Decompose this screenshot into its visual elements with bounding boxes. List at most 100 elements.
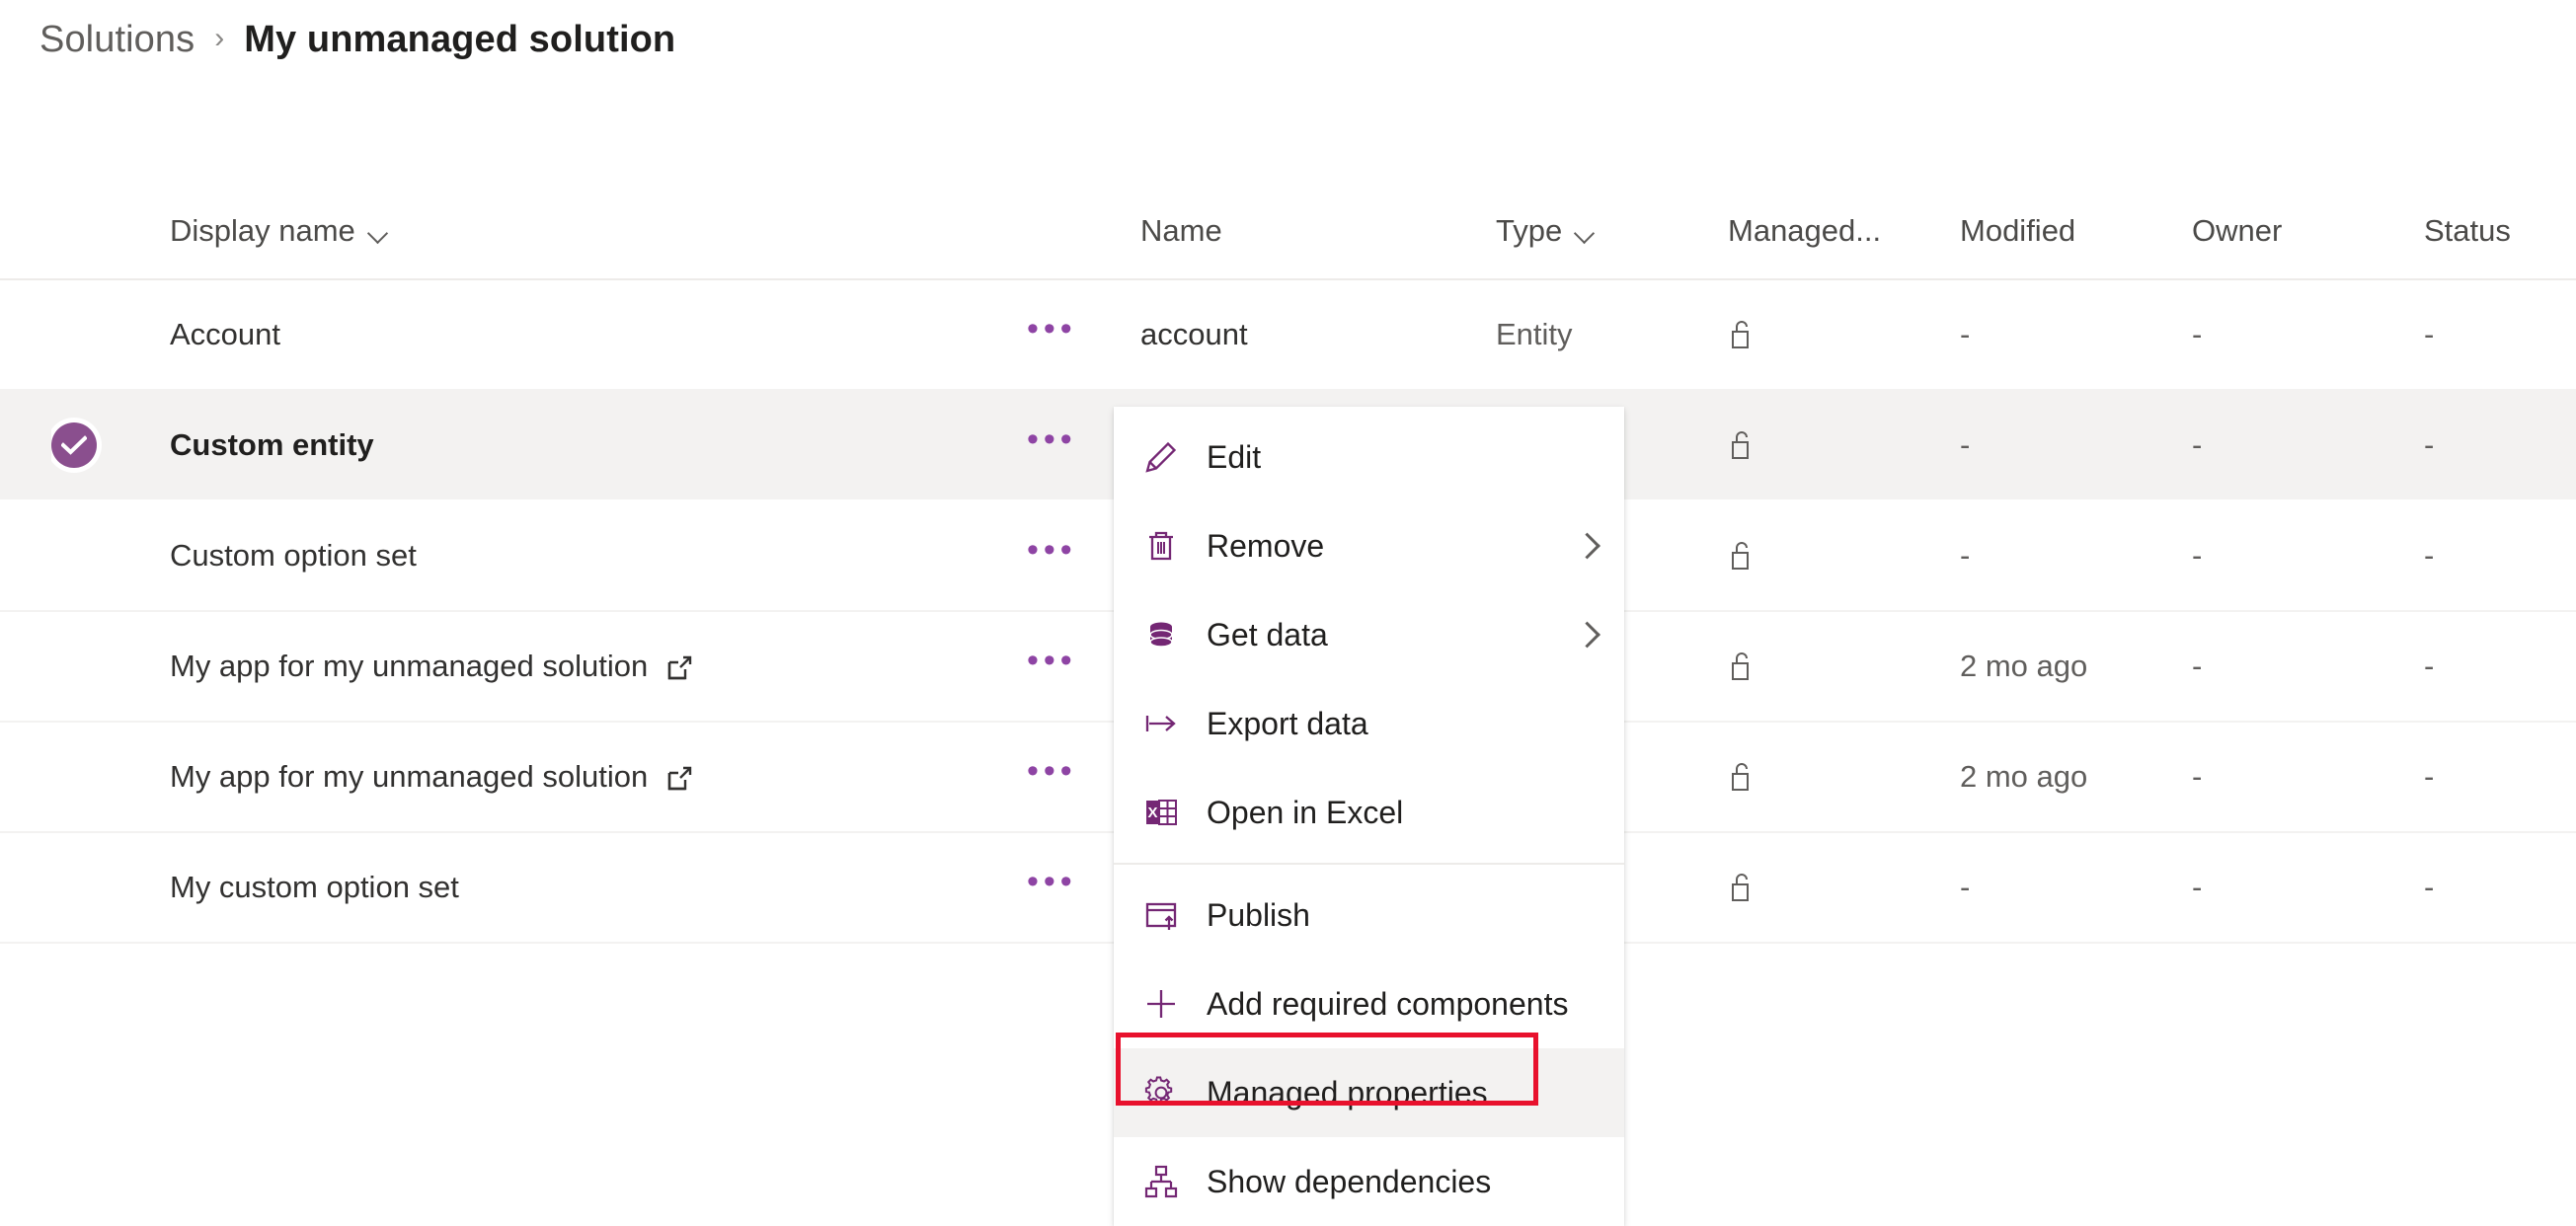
cell-display-name: Custom entity (170, 391, 1009, 499)
cell-modified: - (1960, 501, 2197, 610)
row-select-cell[interactable] (51, 833, 122, 942)
breadcrumb-separator-icon: › (214, 22, 225, 54)
unlock-icon (1728, 871, 1756, 904)
unlock-icon (1728, 760, 1756, 794)
menu-item-publish[interactable]: Publish (1114, 871, 1624, 959)
column-header-type[interactable]: Type (1496, 184, 1723, 278)
status-text: - (2424, 759, 2435, 794)
status-text: - (2424, 870, 2435, 904)
row-select-cell[interactable] (51, 391, 122, 499)
cell-name: account (1140, 280, 1466, 389)
cell-status: - (2424, 723, 2576, 831)
row-more-actions-button[interactable]: ••• (1027, 501, 1096, 610)
cell-status: - (2424, 501, 2576, 610)
cell-display-name: My app for my unmanaged solution (170, 723, 1009, 831)
breadcrumb: Solutions › My unmanaged solution (39, 8, 675, 71)
owner-text: - (2192, 759, 2203, 794)
cell-status: - (2424, 280, 2576, 389)
publish-icon (1137, 894, 1185, 936)
modified-text: 2 mo ago (1960, 759, 2088, 794)
status-text: - (2424, 649, 2435, 683)
more-horizontal-icon: ••• (1027, 642, 1077, 679)
menu-item-export-data-label: Export data (1207, 705, 1368, 741)
unlock-icon (1728, 650, 1756, 683)
column-header-name-label: Name (1140, 213, 1222, 248)
more-horizontal-icon: ••• (1027, 752, 1077, 790)
cell-owner: - (2192, 391, 2389, 499)
modified-text: - (1960, 870, 1971, 904)
column-header-display-name[interactable]: Display name (170, 184, 1009, 278)
external-link-icon[interactable] (665, 764, 695, 794)
status-text: - (2424, 317, 2435, 351)
modified-text: - (1960, 538, 1971, 573)
row-select-cell[interactable] (51, 612, 122, 721)
status-text: - (2424, 427, 2435, 462)
column-header-modified[interactable]: Modified (1960, 184, 2197, 278)
cell-owner: - (2192, 723, 2389, 831)
menu-item-show-dependencies-label: Show dependencies (1207, 1163, 1492, 1199)
menu-item-open-in-excel[interactable]: X Open in Excel (1114, 768, 1624, 857)
row-more-actions-button[interactable]: ••• (1027, 833, 1096, 942)
cell-owner: - (2192, 833, 2389, 942)
more-horizontal-icon: ••• (1027, 531, 1077, 569)
more-horizontal-icon: ••• (1027, 310, 1077, 347)
cell-managed (1728, 723, 1856, 831)
cell-managed (1728, 280, 1856, 389)
menu-item-get-data[interactable]: Get data (1114, 590, 1624, 679)
breadcrumb-link-solutions[interactable]: Solutions (39, 19, 195, 61)
cell-owner: - (2192, 612, 2389, 721)
page-title: My unmanaged solution (244, 18, 676, 60)
display-name-text: My app for my unmanaged solution (170, 759, 649, 794)
owner-text: - (2192, 427, 2203, 462)
cell-modified: 2 mo ago (1960, 723, 2197, 831)
table-row[interactable]: Account ••• account Entity - - - (0, 280, 2576, 391)
row-select-cell[interactable] (51, 723, 122, 831)
row-selected-checkmark-icon[interactable] (51, 422, 97, 468)
menu-item-managed-properties[interactable]: Managed properties (1114, 1048, 1624, 1137)
row-select-cell[interactable] (51, 501, 122, 610)
modified-text: 2 mo ago (1960, 649, 2088, 683)
owner-text: - (2192, 538, 2203, 573)
row-more-actions-button[interactable]: ••• (1027, 612, 1096, 721)
type-text: Entity (1496, 317, 1573, 351)
name-text: account (1140, 317, 1248, 351)
menu-item-add-required-components[interactable]: Add required components (1114, 959, 1624, 1048)
cell-display-name: My custom option set (170, 833, 1009, 942)
owner-text: - (2192, 317, 2203, 351)
cell-owner: - (2192, 501, 2389, 610)
cell-status: - (2424, 612, 2576, 721)
plus-icon (1137, 983, 1185, 1025)
chevron-down-icon (1576, 226, 1593, 236)
menu-item-remove[interactable]: Remove (1114, 501, 1624, 590)
cell-owner: - (2192, 280, 2389, 389)
cell-status: - (2424, 391, 2576, 499)
menu-item-get-data-label: Get data (1207, 616, 1328, 652)
column-header-display-name-label: Display name (170, 213, 355, 248)
column-header-status[interactable]: Status (2424, 184, 2576, 278)
menu-item-show-dependencies[interactable]: Show dependencies (1114, 1137, 1624, 1226)
row-more-actions-button[interactable]: ••• (1027, 723, 1096, 831)
cell-display-name: My app for my unmanaged solution (170, 612, 1009, 721)
row-more-actions-button[interactable]: ••• (1027, 391, 1096, 499)
column-header-owner[interactable]: Owner (2192, 184, 2389, 278)
unlock-icon (1728, 428, 1756, 462)
row-more-actions-button[interactable]: ••• (1027, 280, 1096, 389)
status-text: - (2424, 538, 2435, 573)
menu-item-edit[interactable]: Edit (1114, 413, 1624, 501)
cell-managed (1728, 612, 1856, 721)
chevron-right-icon (1574, 532, 1600, 560)
row-select-cell[interactable] (51, 280, 122, 389)
more-horizontal-icon: ••• (1027, 863, 1077, 900)
column-header-owner-label: Owner (2192, 213, 2283, 248)
display-name-text: Custom option set (170, 538, 417, 573)
column-header-managed[interactable]: Managed... (1728, 184, 1881, 278)
menu-item-export-data[interactable]: Export data (1114, 679, 1624, 768)
column-header-name[interactable]: Name (1140, 184, 1466, 278)
external-link-icon[interactable] (665, 653, 695, 683)
display-name-text: Account (170, 317, 281, 351)
trash-icon (1137, 525, 1185, 567)
modified-text: - (1960, 427, 1971, 462)
owner-text: - (2192, 870, 2203, 904)
menu-divider (1114, 863, 1624, 865)
cell-managed (1728, 501, 1856, 610)
